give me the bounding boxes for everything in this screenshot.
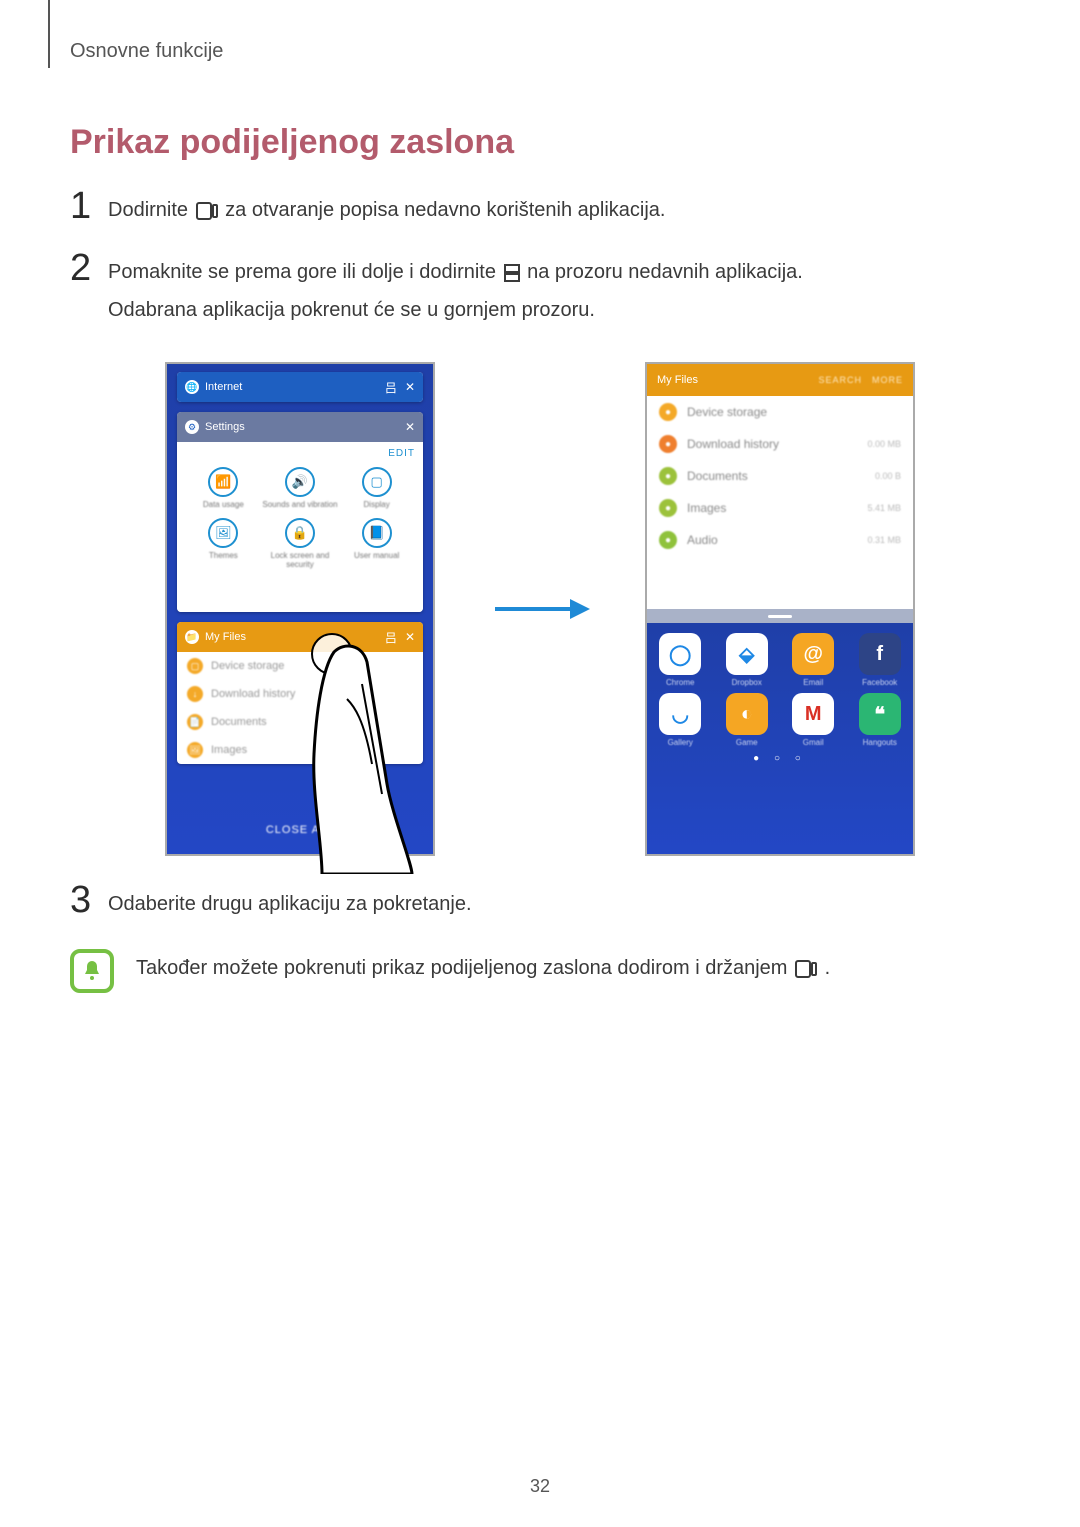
app-icon[interactable]: ◐Game bbox=[723, 693, 771, 747]
settings-icon-cell[interactable]: 📶Data usage bbox=[185, 467, 262, 510]
files-search-action[interactable]: SEARCH bbox=[818, 375, 862, 385]
phone-recent-apps: 🌐 Internet 吕 ✕ ⚙ Settings ✕ EDIT 📶Data bbox=[165, 362, 435, 856]
recent-apps-icon bbox=[196, 197, 218, 231]
step1-text-a: Dodirnite bbox=[108, 199, 194, 221]
files-more-action[interactable]: MORE bbox=[872, 375, 903, 385]
step1-text-b: za otvaranje popisa nedavno korištenih a… bbox=[225, 199, 665, 221]
app-icon[interactable]: ◯Chrome bbox=[656, 633, 704, 687]
app-icon[interactable]: ⬙Dropbox bbox=[723, 633, 771, 687]
tip-text-b: . bbox=[825, 957, 831, 979]
settings-icon-cell[interactable]: ▢Display bbox=[338, 467, 415, 510]
tip-block: Također možete pokrenuti prikaz podijelj… bbox=[70, 949, 1010, 993]
step-number-1: 1 bbox=[70, 187, 108, 225]
split-screen-icon bbox=[504, 259, 520, 293]
split-divider-handle[interactable] bbox=[647, 609, 913, 623]
settings-icon-cell[interactable]: 🔊Sounds and vibration bbox=[262, 467, 339, 510]
app-icon[interactable]: ◡Gallery bbox=[656, 693, 704, 747]
app-icon[interactable]: ❝Hangouts bbox=[856, 693, 904, 747]
pager-dots: ● ○ ○ bbox=[647, 753, 913, 764]
step2-line2: Odabrana aplikacija pokrenut će se u gor… bbox=[108, 293, 1010, 327]
tip-bell-icon bbox=[70, 949, 114, 993]
file-row[interactable]: ●Documents0.00 B bbox=[647, 460, 913, 492]
section-label: Osnovne funkcije bbox=[70, 0, 1010, 63]
file-row[interactable]: ●Audio0.31 MB bbox=[647, 524, 913, 556]
app-icon[interactable]: @Email bbox=[789, 633, 837, 687]
step-body-2: Pomaknite se prema gore ili dolje i dodi… bbox=[108, 249, 1010, 327]
file-row[interactable]: ●Device storage bbox=[647, 396, 913, 428]
step2-text-b: na prozoru nedavnih aplikacija. bbox=[527, 261, 803, 283]
close-card-icon[interactable]: ✕ bbox=[405, 630, 415, 644]
file-row[interactable]: ↓Download history bbox=[177, 680, 423, 708]
step-number-3: 3 bbox=[70, 881, 108, 919]
step3-text: Odaberite drugu aplikaciju za pokretanje… bbox=[108, 893, 472, 915]
phone-split-view: My Files SEARCH MORE ●Device storage●Dow… bbox=[645, 362, 915, 856]
files-header: My Files SEARCH MORE bbox=[647, 364, 913, 396]
file-row[interactable]: 🖼Images bbox=[177, 736, 423, 764]
page-heading: Prikaz podijeljenog zaslona bbox=[70, 123, 1010, 162]
file-row[interactable]: 📄Documents bbox=[177, 708, 423, 736]
recent-card-files-title: My Files bbox=[205, 631, 246, 643]
recent-card-internet: 🌐 Internet 吕 ✕ bbox=[177, 372, 423, 402]
figure-row: 🌐 Internet 吕 ✕ ⚙ Settings ✕ EDIT 📶Data bbox=[70, 362, 1010, 856]
recent-card-settings-title: Settings bbox=[205, 421, 245, 433]
file-row[interactable]: ●Download history0.00 MB bbox=[647, 428, 913, 460]
settings-edit[interactable]: EDIT bbox=[185, 448, 415, 459]
app-icon[interactable]: fFacebook bbox=[856, 633, 904, 687]
recent-card-settings: ⚙ Settings ✕ bbox=[177, 412, 423, 442]
split-action-icon[interactable]: 吕 bbox=[385, 379, 397, 396]
page-number: 32 bbox=[0, 1476, 1080, 1497]
recent-card-files: 📁 My Files 吕 ✕ bbox=[177, 622, 423, 652]
recent-apps-icon bbox=[795, 960, 817, 984]
settings-icon-cell[interactable]: 🖼Themes bbox=[185, 518, 262, 570]
step-body-3: Odaberite drugu aplikaciju za pokretanje… bbox=[108, 881, 1010, 921]
recent-card-internet-title: Internet bbox=[205, 381, 242, 393]
settings-icon-cell[interactable]: 🔒Lock screen and security bbox=[262, 518, 339, 570]
arrow-right-icon bbox=[490, 589, 590, 629]
step2-text-a: Pomaknite se prema gore ili dolje i dodi… bbox=[108, 261, 502, 283]
app-icon[interactable]: MGmail bbox=[789, 693, 837, 747]
settings-icon-cell[interactable]: 📘User manual bbox=[338, 518, 415, 570]
step-number-2: 2 bbox=[70, 249, 108, 287]
close-all-button[interactable]: CLOSE ALL bbox=[167, 824, 433, 836]
file-row[interactable]: ▢Device storage bbox=[177, 652, 423, 680]
split-action-icon[interactable]: 吕 bbox=[385, 629, 397, 646]
file-row[interactable]: ●Images5.41 MB bbox=[647, 492, 913, 524]
step-body-1: Dodirnite za otvaranje popisa nedavno ko… bbox=[108, 187, 1010, 231]
tip-text-a: Također možete pokrenuti prikaz podijelj… bbox=[136, 957, 793, 979]
close-card-icon[interactable]: ✕ bbox=[405, 420, 415, 434]
step-list: 1 Dodirnite za otvaranje popisa nedavno … bbox=[70, 187, 1010, 327]
close-card-icon[interactable]: ✕ bbox=[405, 380, 415, 394]
files-title: My Files bbox=[657, 374, 698, 386]
